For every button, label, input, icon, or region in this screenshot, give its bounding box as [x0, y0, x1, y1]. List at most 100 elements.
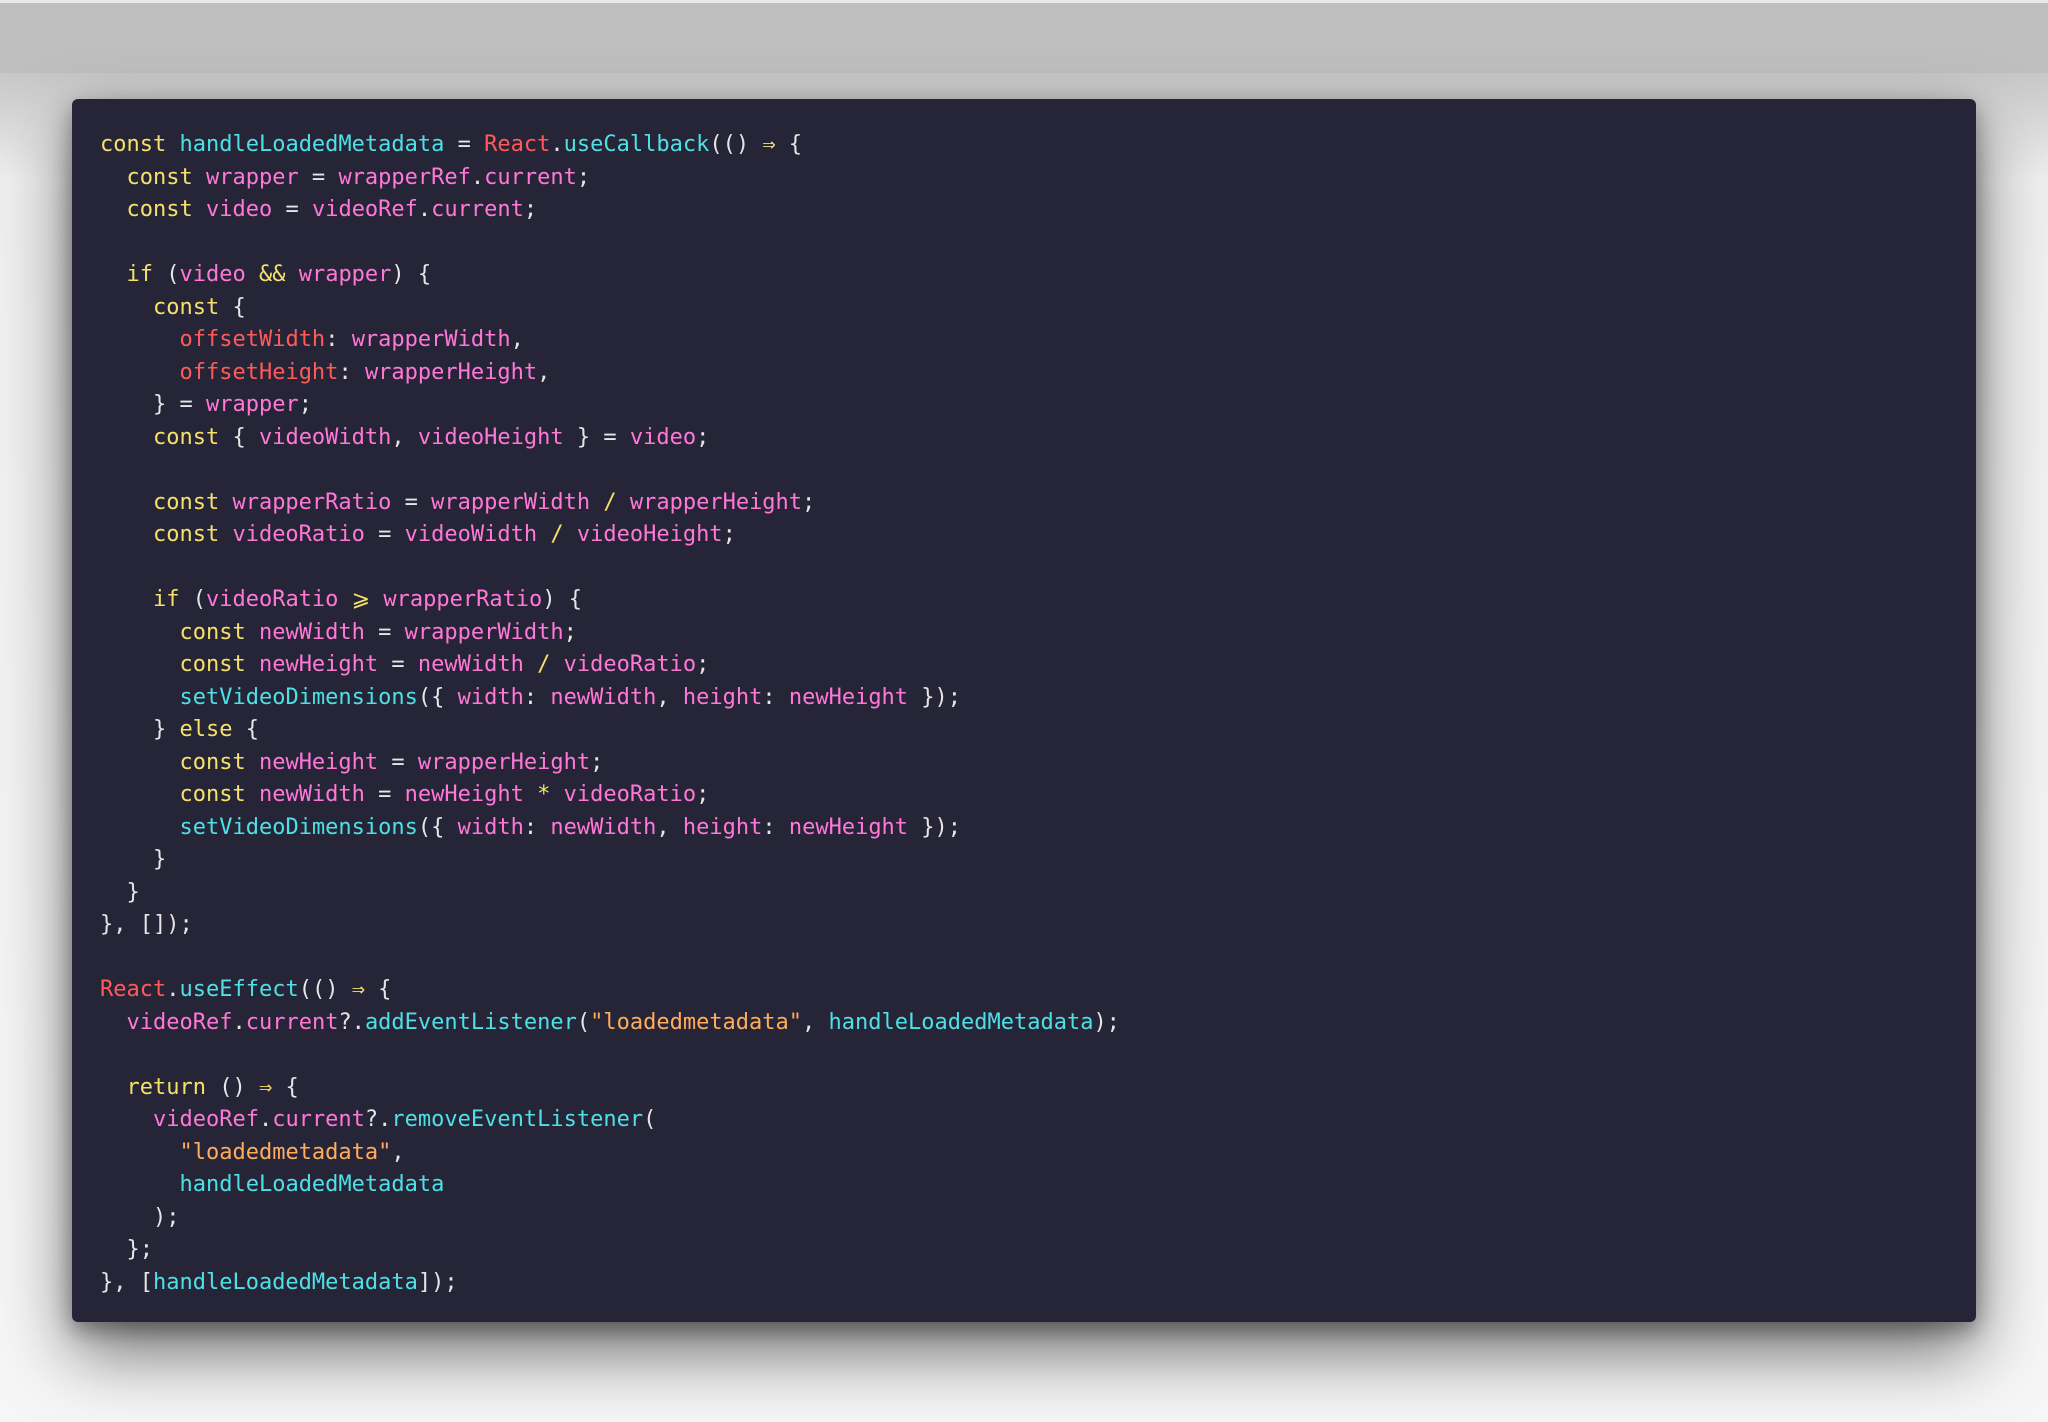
code-token: ;: [722, 522, 736, 547]
code-token: ;: [298, 392, 312, 417]
code-token: videoRatio: [563, 652, 697, 677]
code-line: }: [100, 844, 1976, 877]
code-token: wrapper: [298, 262, 392, 287]
code-token: /: [523, 652, 564, 677]
code-line: "loadedmetadata",: [100, 1137, 1976, 1170]
code-token: =: [272, 197, 312, 222]
code-token: videoRatio: [205, 587, 339, 612]
code-line: const newHeight = wrapperHeight;: [100, 747, 1976, 780]
code-token: wrapperRef: [338, 164, 471, 190]
code-token: wrapperHeight: [629, 489, 803, 515]
code-token: ,: [537, 359, 551, 385]
code-token: wrapperRatio: [383, 587, 543, 612]
code-line: const video = videoRef.current;: [100, 194, 1976, 227]
code-token: newWidth: [258, 619, 365, 645]
code-token: videoRef: [152, 1107, 259, 1132]
code-token: wrapperHeight: [417, 749, 591, 775]
code-token: =: [364, 782, 405, 807]
code-token: "loadedmetadata": [590, 1009, 803, 1035]
code-line: return () ⇒ {: [100, 1072, 1976, 1105]
code-token: videoWidth: [404, 522, 538, 547]
code-line: } else {: [100, 714, 1976, 747]
code-token: }, [: [100, 1269, 153, 1295]
code-token: =: [364, 522, 405, 547]
code-token: (: [166, 262, 180, 287]
code-token: });: [908, 814, 962, 840]
background-top-band: [0, 0, 2048, 73]
code-line: }: [100, 877, 1976, 910]
code-token: width: [457, 684, 524, 710]
code-token: ;: [696, 652, 710, 677]
code-line: handleLoadedMetadata: [100, 1169, 1976, 1202]
code-token: const: [100, 164, 206, 190]
code-token: ,: [656, 684, 683, 710]
code-token: videoRatio: [232, 522, 365, 547]
code-token: /: [590, 489, 630, 515]
code-token: .: [166, 977, 180, 1002]
code-token: videoRef: [311, 197, 418, 222]
code-token: video: [629, 424, 697, 450]
code-token: {: [364, 977, 392, 1002]
code-line: const handleLoadedMetadata = React.useCa…: [100, 129, 1976, 162]
code-token: setVideoDimensions: [179, 814, 418, 840]
code-token: offsetHeight: [179, 359, 339, 385]
code-line: };: [100, 1234, 1976, 1267]
code-token: {: [775, 132, 803, 157]
code-token: }, []);: [100, 912, 193, 937]
code-token: ) {: [542, 587, 583, 612]
code-line: const newHeight = newWidth / videoRatio;: [100, 649, 1976, 682]
code-token: addEventListener: [364, 1009, 577, 1035]
code-token: =: [378, 652, 418, 677]
code-token: videoWidth: [258, 424, 392, 450]
code-token: videoHeight: [576, 522, 723, 547]
code-token: width: [457, 814, 524, 840]
code-line: setVideoDimensions({ width: newWidth, he…: [100, 682, 1976, 715]
code-token: {: [272, 1074, 299, 1100]
code-token: const: [100, 294, 233, 320]
code-token: .: [417, 197, 432, 222]
code-line: const {: [100, 292, 1976, 325]
code-token: (): [219, 1074, 259, 1100]
code-token: );: [1093, 1009, 1120, 1035]
code-token: const: [100, 489, 233, 515]
code-token: });: [908, 684, 962, 710]
code-token: wrapperWidth: [431, 489, 591, 515]
code-block: const handleLoadedMetadata = React.useCa…: [100, 129, 1976, 1299]
code-token: height: [682, 684, 763, 710]
code-token: =: [298, 164, 339, 190]
code-token: newHeight: [788, 684, 909, 710]
code-token: *: [523, 782, 564, 807]
code-token: ?.: [364, 1107, 392, 1132]
code-token: {: [232, 424, 259, 450]
code-token: ⇒: [762, 132, 776, 157]
code-token: ) {: [391, 262, 432, 287]
code-token: ;: [590, 749, 604, 775]
code-token: wrapperWidth: [404, 619, 564, 645]
code-token: };: [100, 1237, 153, 1262]
code-token: current: [484, 164, 577, 190]
code-token: ?.: [338, 1009, 365, 1035]
code-token: ;: [576, 164, 591, 190]
code-token: const: [100, 197, 206, 222]
code-token: newWidth: [258, 782, 365, 807]
code-line: const { videoWidth, videoHeight } = vide…: [100, 422, 1976, 455]
code-token: const: [100, 782, 259, 807]
code-token: :: [338, 359, 365, 385]
code-token: videoHeight: [417, 424, 564, 450]
code-token: newWidth: [550, 684, 657, 710]
code-token: /: [537, 522, 577, 547]
code-token: =: [444, 132, 485, 157]
code-token: :: [762, 814, 789, 840]
code-line: videoRef.current?.addEventListener("load…: [100, 1007, 1976, 1040]
code-line: offsetHeight: wrapperHeight,: [100, 357, 1976, 390]
code-token: useCallback: [563, 132, 710, 157]
code-token: );: [100, 1204, 180, 1230]
